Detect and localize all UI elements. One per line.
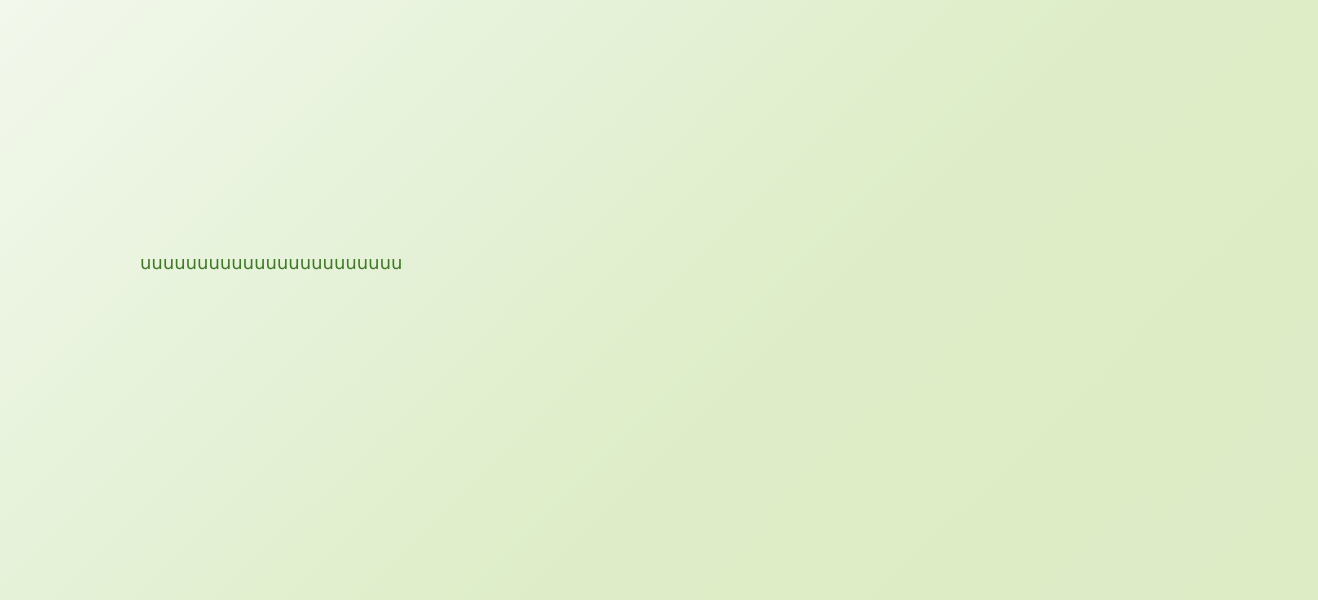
text-line: uuuuuuuuuuuuuuuuuuuuuuu — [140, 253, 403, 274]
page-canvas: uuuuuuuuuuuuuuuuuuuuuuu — [0, 0, 1318, 600]
